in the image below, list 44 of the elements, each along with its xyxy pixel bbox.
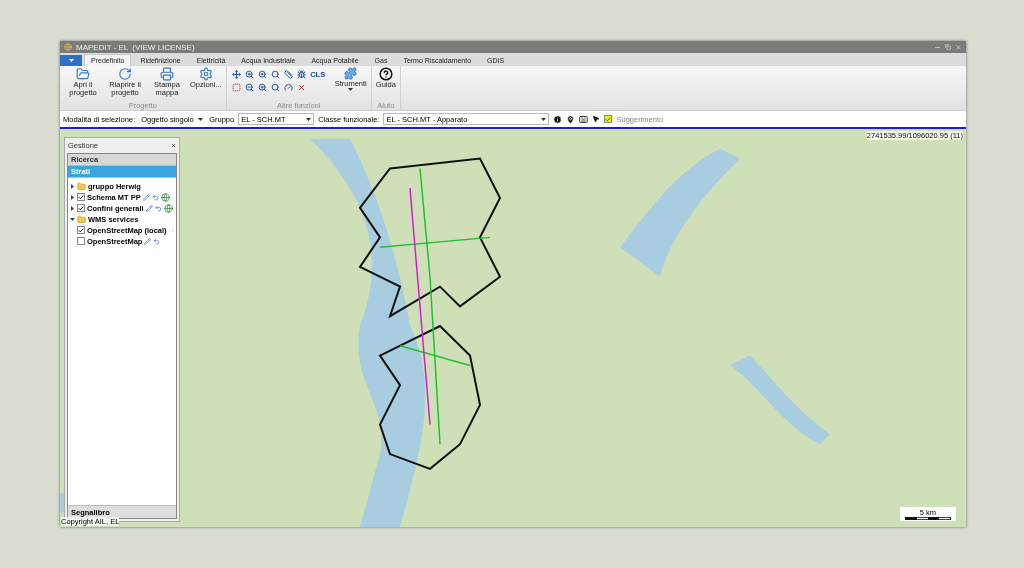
caret-icon <box>68 59 74 62</box>
globe-icon[interactable] <box>160 192 170 202</box>
pointer-icon[interactable] <box>592 115 601 123</box>
gauge-icon[interactable] <box>283 83 293 92</box>
zoom-in-icon[interactable] <box>257 83 267 92</box>
expand-arrow-icon[interactable] <box>70 216 75 222</box>
search-icon[interactable] <box>270 70 280 79</box>
window-title: MAPEDIT - EL <box>76 42 129 52</box>
close-icon[interactable] <box>296 83 306 92</box>
app-menu-button[interactable] <box>60 55 82 66</box>
search-icon[interactable] <box>270 83 280 92</box>
globe-icon[interactable] <box>163 203 173 213</box>
bug-icon[interactable] <box>296 70 306 79</box>
license-label: (VIEW LICENSE) <box>132 42 195 52</box>
printer-icon <box>160 67 174 81</box>
pin-icon[interactable] <box>566 114 576 124</box>
app-icon <box>64 43 72 51</box>
expand-arrow-icon[interactable] <box>70 183 75 189</box>
puzzle-icon <box>344 67 358 80</box>
suggestion-checkbox[interactable] <box>604 115 613 123</box>
caret-icon <box>348 88 354 92</box>
refresh-icon <box>118 67 132 81</box>
zoom-in-icon[interactable] <box>257 70 267 79</box>
keyboard-icon[interactable] <box>579 114 589 124</box>
caret-icon <box>541 117 547 121</box>
layer-checkbox[interactable] <box>77 193 85 201</box>
layer-checkbox[interactable] <box>77 204 85 212</box>
layer-checkbox[interactable] <box>77 237 85 245</box>
layer-checkbox[interactable] <box>77 226 85 234</box>
selection-icon[interactable] <box>231 83 241 92</box>
move-icon[interactable] <box>231 70 241 79</box>
expand-arrow-icon[interactable] <box>70 194 75 200</box>
folder-icon <box>77 181 86 191</box>
caret-icon <box>306 117 312 121</box>
settings-icon <box>198 67 213 81</box>
help-icon <box>378 67 393 81</box>
ruler-icon[interactable] <box>283 70 293 79</box>
folder-icon <box>76 67 90 81</box>
caret-icon <box>198 117 204 121</box>
info-icon[interactable] <box>553 114 563 124</box>
expand-arrow-icon[interactable] <box>70 205 75 211</box>
zoom-in-icon[interactable] <box>244 70 254 79</box>
zoom-out-icon[interactable] <box>244 83 254 92</box>
folder-icon <box>77 214 86 224</box>
